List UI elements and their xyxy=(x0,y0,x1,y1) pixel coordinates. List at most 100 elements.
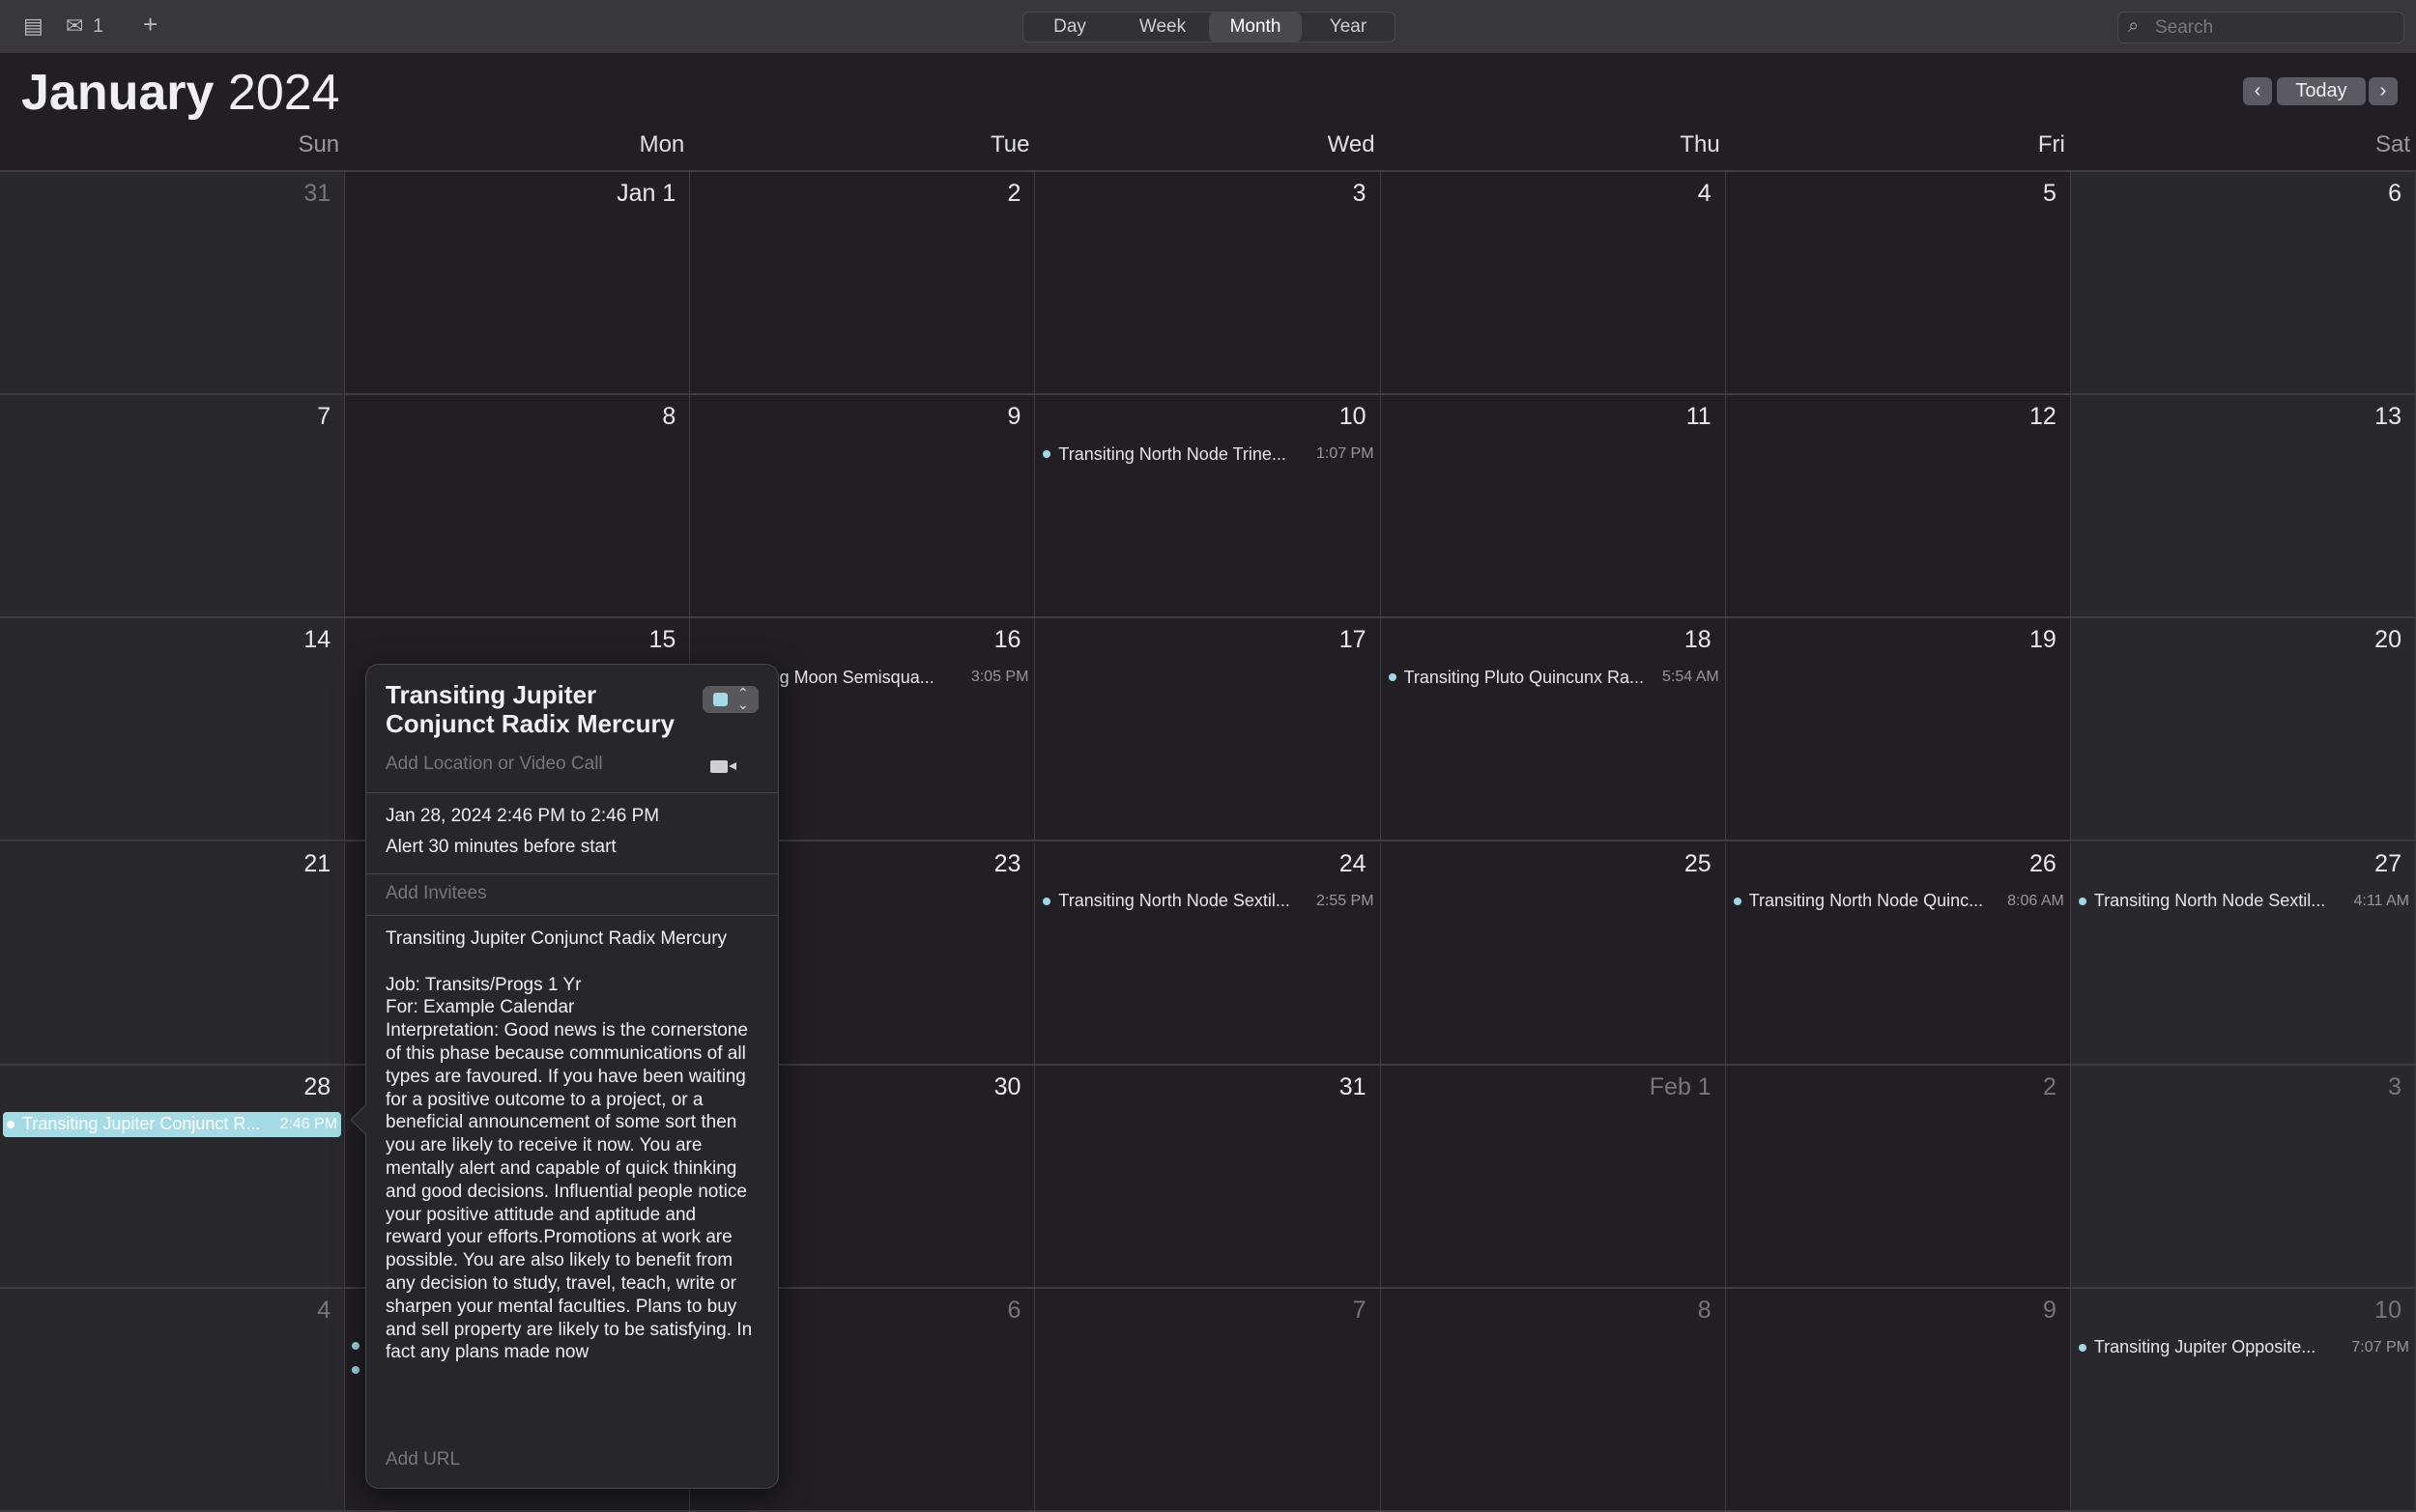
calendar-event[interactable]: Transiting Jupiter Opposite... 7:07 PM xyxy=(2078,1335,2409,1360)
day-number: 9 xyxy=(2042,1296,2056,1324)
day-cell[interactable]: 9 xyxy=(1725,1288,2071,1512)
day-cell[interactable]: 10 Transiting North Node Trine... 1:07 PM xyxy=(1035,395,1381,619)
day-number: 10 xyxy=(1338,403,1366,431)
day-number: 2 xyxy=(1007,180,1021,207)
day-cell[interactable]: 18 Transiting Pluto Quincunx Ra... 5:54 AM xyxy=(1380,618,1726,842)
day-cell[interactable]: 6 xyxy=(2070,172,2416,396)
day-cell[interactable]: 8 xyxy=(345,395,691,619)
day-cell[interactable]: 27 Transiting North Node Sextil... 4:11 AM xyxy=(2070,842,2416,1066)
day-number: 31 xyxy=(303,180,331,207)
day-cell[interactable]: 31 xyxy=(0,172,346,396)
previous-month-button[interactable]: ‹ xyxy=(2243,77,2272,105)
day-number: 19 xyxy=(2029,626,2056,654)
event-title[interactable]: Transiting Jupiter Conjunct Radix Mercur… xyxy=(386,680,685,738)
calendar-event[interactable]: Transiting North Node Trine... 1:07 PM xyxy=(1043,442,1374,467)
day-cell[interactable]: 2 xyxy=(690,172,1036,396)
day-number: 11 xyxy=(1685,403,1711,431)
day-cell[interactable]: 4 xyxy=(1380,172,1726,396)
event-time: 4:11 AM xyxy=(2353,892,2409,909)
day-cell[interactable]: 7 xyxy=(1035,1288,1381,1512)
location-field[interactable]: Add Location or Video Call xyxy=(386,754,603,775)
day-cell[interactable]: 13 xyxy=(2070,395,2416,619)
day-cell[interactable]: 17 xyxy=(1035,618,1381,842)
day-cell[interactable]: 19 xyxy=(1725,618,2071,842)
inbox-count: 1 xyxy=(93,15,104,37)
day-cell[interactable]: 24 Transiting North Node Sextil... 2:55 PM xyxy=(1035,842,1381,1066)
video-call-icon[interactable] xyxy=(710,760,736,773)
day-number: 8 xyxy=(662,403,676,431)
day-cell[interactable]: 2 xyxy=(1725,1065,2071,1289)
add-event-button[interactable]: + xyxy=(143,10,158,40)
day-number: 15 xyxy=(648,626,676,654)
color-swatch xyxy=(713,693,728,706)
month-label: January xyxy=(21,65,215,121)
day-number: 4 xyxy=(317,1296,331,1324)
day-cell[interactable]: 28 Transiting Jupiter Conjunct R... 2:46 P… xyxy=(0,1065,346,1289)
day-cell[interactable]: 9 xyxy=(690,395,1036,619)
day-number: 5 xyxy=(2042,180,2056,207)
inbox-icon[interactable]: ✉ xyxy=(66,14,83,39)
calendar-list-icon[interactable]: ▤ xyxy=(23,14,43,39)
event-alert[interactable]: Alert 30 minutes before start xyxy=(386,837,617,858)
calendar-event[interactable]: Transiting North Node Quinc... 8:06 AM xyxy=(1733,889,2064,914)
toolbar: ▤ ✉ 1 + Day Week Month Year ⌕ xyxy=(0,0,2416,54)
event-title: Transiting North Node Trine... xyxy=(1058,443,1286,464)
day-cell[interactable]: 7 xyxy=(0,395,346,619)
divider xyxy=(366,873,778,874)
day-cell[interactable]: 3 xyxy=(1035,172,1381,396)
weekday-header: Mon xyxy=(639,131,685,157)
event-title: Transiting Jupiter Conjunct R... xyxy=(22,1114,261,1134)
day-number: 10 xyxy=(2374,1296,2402,1324)
next-month-button[interactable]: › xyxy=(2369,77,2398,105)
url-field[interactable]: Add URL xyxy=(386,1449,460,1470)
day-number: 24 xyxy=(1338,849,1366,877)
event-time: 2:55 PM xyxy=(1315,892,1374,909)
invitees-field[interactable]: Add Invitees xyxy=(386,883,487,904)
page-title: January 2024 xyxy=(21,64,340,122)
day-number: 16 xyxy=(993,626,1021,654)
event-notes[interactable]: Transiting Jupiter Conjunct Radix Mercur… xyxy=(386,927,753,1432)
day-number: 2 xyxy=(2042,1072,2056,1100)
search-field[interactable]: ⌕ xyxy=(2117,12,2404,43)
day-cell[interactable]: 31 xyxy=(1035,1065,1381,1289)
calendar-event[interactable]: Transiting North Node Sextil... 2:55 PM xyxy=(1043,889,1374,914)
day-cell[interactable]: 11 xyxy=(1380,395,1726,619)
day-cell[interactable]: 14 xyxy=(0,618,346,842)
calendar-event[interactable]: Transiting Jupiter Conjunct R... 2:46 PM xyxy=(3,1111,342,1137)
chevron-updown-icon: ⌃ ⌄ xyxy=(737,685,749,712)
view-tab-year[interactable]: Year xyxy=(1302,13,1395,42)
day-cell[interactable]: 12 xyxy=(1725,395,2071,619)
calendar-event[interactable]: Transiting North Node Sextil... 4:11 AM xyxy=(2078,889,2409,914)
day-number: 30 xyxy=(993,1072,1021,1100)
view-tab-day[interactable]: Day xyxy=(1023,13,1116,42)
day-number: 9 xyxy=(1007,403,1021,431)
day-cell[interactable]: 4 xyxy=(0,1288,346,1512)
day-cell[interactable]: 3 xyxy=(2070,1065,2416,1289)
calendar-event[interactable]: Transiting Pluto Quincunx Ra... 5:54 AM xyxy=(1388,665,1719,690)
today-button[interactable]: Today xyxy=(2277,77,2366,105)
view-tab-week[interactable]: Week xyxy=(1116,13,1209,42)
view-tab-month[interactable]: Month xyxy=(1209,13,1302,42)
day-cell[interactable]: 8 xyxy=(1380,1288,1726,1512)
event-dot[interactable] xyxy=(352,1366,360,1374)
day-cell[interactable]: 25 xyxy=(1380,842,1726,1066)
day-cell[interactable]: 21 xyxy=(0,842,346,1066)
calendar-color-select[interactable]: ⌃ ⌄ xyxy=(703,686,759,713)
day-cell[interactable]: 10 Transiting Jupiter Opposite... 7:07 PM xyxy=(2070,1288,2416,1512)
day-cell[interactable]: 5 xyxy=(1725,172,2071,396)
view-switcher: Day Week Month Year xyxy=(1022,12,1395,43)
day-cell[interactable]: Feb 1 xyxy=(1380,1065,1726,1289)
divider xyxy=(366,915,778,916)
event-datetime[interactable]: Jan 28, 2024 2:46 PM to 2:46 PM xyxy=(386,806,659,827)
event-dot xyxy=(1388,673,1396,682)
weekday-header: Thu xyxy=(1680,131,1720,157)
day-number: 26 xyxy=(2029,849,2056,877)
day-cell[interactable]: Jan 1 xyxy=(345,172,691,396)
day-number: 27 xyxy=(2374,849,2402,877)
day-number: 4 xyxy=(1697,180,1711,207)
search-input[interactable] xyxy=(2155,14,2397,42)
event-dot[interactable] xyxy=(352,1342,360,1350)
day-cell[interactable]: 26 Transiting North Node Quinc... 8:06 AM xyxy=(1725,842,2071,1066)
day-cell[interactable]: 20 xyxy=(2070,618,2416,842)
event-dot xyxy=(1043,450,1051,459)
